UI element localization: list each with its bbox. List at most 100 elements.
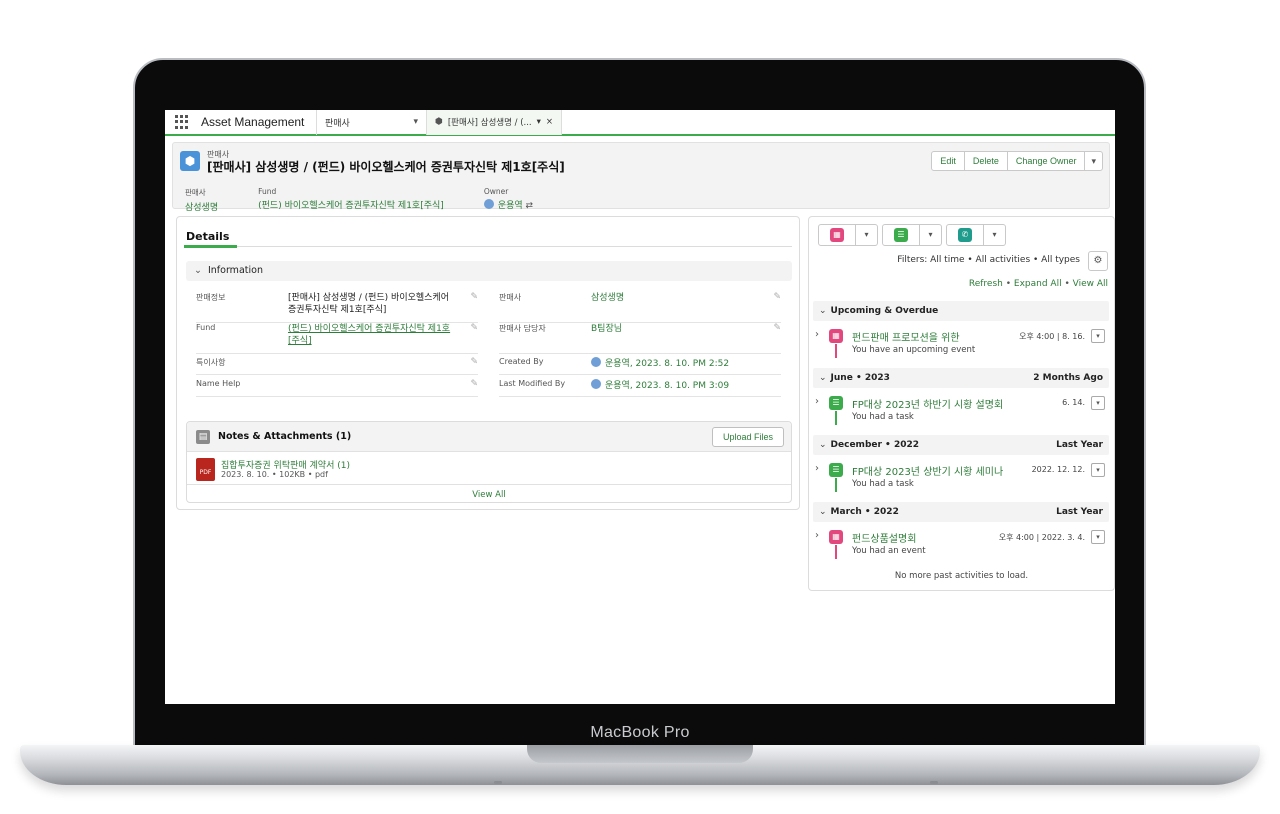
activity-subtitle: You had an event	[852, 546, 926, 556]
laptop-foot	[930, 781, 938, 784]
activity-composer-buttons: ▦ ▾ ☰ ▾ ✆ ▾	[818, 224, 1010, 246]
field-info: 판매정보 [판매사] 삼성생명 / (펀드) 바이오헬스케어 증권투자신탁 제1…	[196, 292, 478, 323]
new-event-group: ▦ ▾	[818, 224, 878, 246]
chevron-down-icon[interactable]: ▾	[920, 224, 942, 246]
no-more-activities: No more past activities to load.	[894, 571, 1029, 581]
view-all-link[interactable]: View All	[1073, 279, 1108, 289]
change-owner-icon[interactable]: ⇄	[526, 201, 534, 211]
nav-object-select[interactable]: 판매사 ▾	[316, 110, 426, 135]
pdf-icon: PDF	[196, 458, 215, 481]
chevron-right-icon[interactable]: ›	[815, 396, 819, 407]
activity-title-link[interactable]: FP대상 2023년 상반기 시황 세미나	[852, 463, 1003, 478]
activity-title-link[interactable]: 펀드판매 프로모션을 위한	[852, 329, 960, 344]
item-menu-button[interactable]: ▾	[1091, 463, 1105, 477]
chevron-down-icon[interactable]: ▾	[413, 117, 418, 127]
seller-link[interactable]: 삼성생명	[591, 292, 761, 304]
timeline-line	[835, 411, 837, 425]
divider	[187, 484, 791, 485]
pencil-icon[interactable]: ✎	[773, 323, 781, 333]
modified-by-value: 운용역, 2023. 8. 10. PM 3:09	[605, 381, 730, 391]
section-title: Information	[207, 265, 263, 276]
avatar	[591, 379, 601, 389]
attachment-meta: 2023. 8. 10. • 102KB • pdf	[221, 470, 328, 479]
refresh-link[interactable]: Refresh	[969, 279, 1003, 289]
highlight-link[interactable]: (펀드) 바이오헬스케어 증권투자신탁 제1호[주식]	[258, 198, 444, 211]
close-icon[interactable]: ×	[546, 117, 553, 127]
timeline-group-header[interactable]: ⌄ June • 2023 2 Months Ago	[813, 368, 1109, 388]
edit-button[interactable]: Edit	[931, 151, 965, 171]
view-all-link[interactable]: View All	[187, 490, 791, 500]
chevron-down-icon: ⌄	[819, 373, 827, 383]
chevron-right-icon[interactable]: ›	[815, 530, 819, 541]
chevron-down-icon[interactable]: ▾	[537, 117, 541, 127]
highlight-field: 판매사 삼성생명	[185, 187, 218, 213]
timeline-group-header[interactable]: ⌄ March • 2022 Last Year	[813, 502, 1109, 522]
field-label: 판매사	[499, 293, 522, 302]
delete-button[interactable]: Delete	[963, 151, 1008, 171]
timeline-group-header[interactable]: ⌄ December • 2022 Last Year	[813, 435, 1109, 455]
new-event-button[interactable]: ▦	[818, 224, 856, 246]
change-owner-button[interactable]: Change Owner	[1006, 151, 1086, 171]
app-topbar: Asset Management 판매사 ▾ ⬢ [판매사] 삼성생명 / (.…	[165, 110, 1115, 136]
manager-link[interactable]: B팀장님	[591, 323, 761, 335]
pencil-icon[interactable]: ✎	[470, 357, 478, 367]
activity-date: 6. 14.	[1062, 398, 1085, 407]
timeline-group-header[interactable]: ⌄ Upcoming & Overdue	[813, 301, 1109, 321]
field-modified: Last Modified By 운용역, 2023. 8. 10. PM 3:…	[499, 379, 781, 397]
field-label: Last Modified By	[499, 379, 566, 388]
highlights-panel: 판매사 삼성생명 Fund (펀드) 바이오헬스케어 증권투자신탁 제1호[주식…	[185, 187, 573, 213]
divider	[196, 353, 478, 354]
created-by-link[interactable]: 운용역, 2023. 8. 10. PM 2:52	[591, 357, 761, 370]
pencil-icon[interactable]: ✎	[470, 323, 478, 333]
chevron-down-icon: ⌄	[819, 306, 827, 316]
details-panel: Details ⌄ Information 판매정보 [판매사] 삼성생명 / (…	[176, 216, 800, 510]
pencil-icon[interactable]: ✎	[773, 292, 781, 302]
tab-active-indicator	[184, 245, 237, 248]
activity-links: Refresh • Expand All • View All	[969, 279, 1108, 289]
chevron-right-icon[interactable]: ›	[815, 463, 819, 474]
chevron-down-icon: ⌄	[819, 507, 827, 517]
highlight-link[interactable]: 운용역 ⇄	[483, 198, 534, 211]
item-menu-button[interactable]: ▾	[1091, 530, 1105, 544]
group-label: March • 2022	[830, 507, 899, 517]
item-menu-button[interactable]: ▾	[1091, 329, 1105, 343]
expand-all-link[interactable]: Expand All	[1014, 279, 1062, 289]
pencil-icon[interactable]: ✎	[470, 292, 478, 302]
timeline-item: › ☰ FP대상 2023년 상반기 시황 세미나 You had a task…	[813, 461, 1109, 501]
chevron-right-icon[interactable]: ›	[815, 329, 819, 340]
item-menu-button[interactable]: ▾	[1091, 396, 1105, 410]
activity-title-link[interactable]: FP대상 2023년 하반기 시황 설명회	[852, 396, 1003, 411]
highlight-link[interactable]: 삼성생명	[185, 200, 218, 213]
new-task-button[interactable]: ☰	[882, 224, 920, 246]
section-information[interactable]: ⌄ Information	[186, 261, 792, 281]
file-icon: ▤	[196, 430, 210, 444]
record-tab[interactable]: ⬢ [판매사] 삼성생명 / (... ▾ ×	[426, 110, 563, 135]
modified-by-link[interactable]: 운용역, 2023. 8. 10. PM 3:09	[591, 379, 761, 392]
gear-icon[interactable]: ⚙	[1088, 251, 1108, 271]
activity-date: 2022. 12. 12.	[1031, 465, 1085, 474]
tab-details[interactable]: Details	[186, 230, 229, 243]
chevron-down-icon[interactable]: ▾	[984, 224, 1006, 246]
activity-date: 오후 4:00 | 8. 16.	[1019, 332, 1085, 341]
log-call-button[interactable]: ✆	[946, 224, 984, 246]
app-launcher-icon[interactable]	[175, 115, 189, 129]
chevron-down-icon[interactable]: ▾	[856, 224, 878, 246]
divider	[499, 396, 781, 397]
avatar	[483, 199, 494, 209]
field-fund: Fund (펀드) 바이오헬스케어 증권투자신탁 제1호[주식] ✎	[196, 323, 478, 354]
notes-attachments-card: ▤ Notes & Attachments (1) Upload Files P…	[186, 421, 792, 503]
timeline-line	[835, 344, 837, 358]
activity-title-link[interactable]: 펀드상품설명회	[852, 530, 916, 545]
timeline-item: › ☰ FP대상 2023년 하반기 시황 설명회 You had a task…	[813, 394, 1109, 434]
group-label: Upcoming & Overdue	[830, 306, 939, 316]
notes-title[interactable]: Notes & Attachments (1)	[218, 431, 351, 442]
calendar-icon: ▦	[829, 530, 843, 544]
field-manager: 판매사 담당자 B팀장님 ✎	[499, 323, 781, 354]
task-icon: ☰	[829, 396, 843, 410]
upload-files-button[interactable]: Upload Files	[711, 427, 784, 447]
chevron-down-icon: ⌄	[819, 440, 827, 450]
more-actions-button[interactable]: ▾	[1084, 151, 1103, 171]
laptop-mockup: MacBook Pro Asset Management 판매사 ▾ ⬢ [판매…	[0, 0, 1280, 814]
pencil-icon[interactable]: ✎	[470, 379, 478, 389]
fund-link[interactable]: (펀드) 바이오헬스케어 증권투자신탁 제1호[주식]	[288, 323, 458, 347]
